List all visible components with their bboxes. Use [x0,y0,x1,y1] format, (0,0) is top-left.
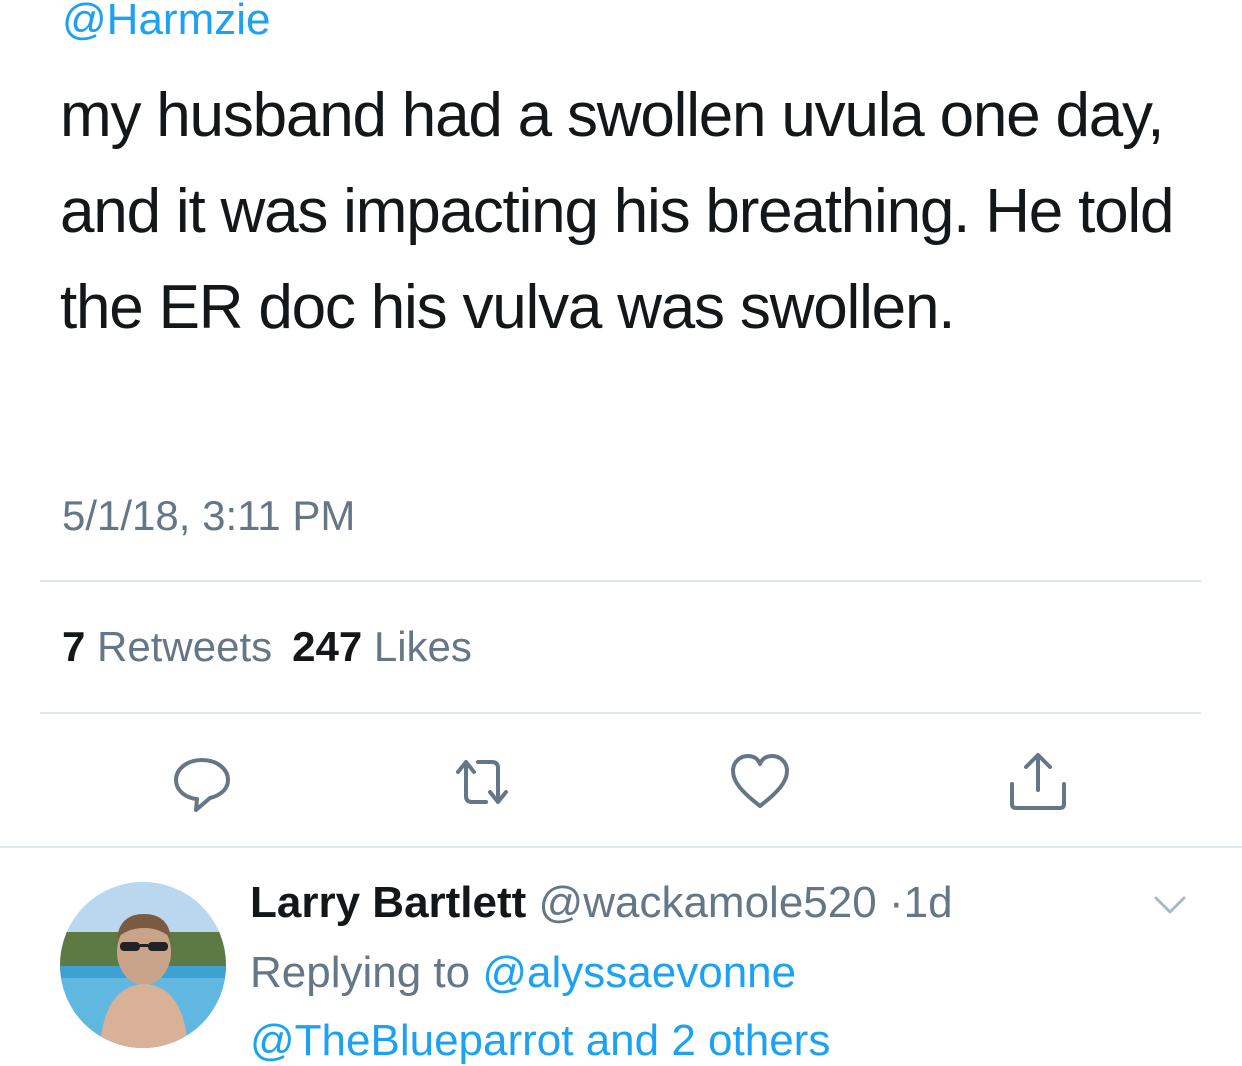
heart-icon [731,754,789,808]
share-icon [1010,753,1066,810]
like-button[interactable] [728,750,792,814]
reply-tweet[interactable]: Larry Bartlett @wackamole520 ·1d Replyin… [0,848,1242,1065]
reply-header: Larry Bartlett @wackamole520 ·1d [250,878,953,928]
retweets-count: 7 [62,623,86,670]
replying-prefix: Replying to [250,948,471,997]
replying-to-mention[interactable]: @alyssaevonne [482,948,796,997]
divider [40,580,1201,582]
retweets-label: Retweets [97,623,273,670]
likes-count: 247 [292,623,363,670]
retweets-stat[interactable]: 7 Retweets [62,623,272,670]
likes-stat[interactable]: 247 Likes [292,623,472,670]
avatar-photo [60,882,226,1048]
retweet-button[interactable] [450,750,514,814]
replying-to-line: Replying to @alyssaevonne [250,948,796,998]
avatar[interactable] [60,882,226,1048]
separator-dot: · [888,878,904,927]
tweet-stats: 7 Retweets 247 Likes [62,622,472,672]
retweet-icon [456,760,508,804]
tweet-author-handle[interactable]: @Harmzie [62,0,270,44]
divider [40,712,1201,714]
reply-author-handle[interactable]: @wackamole520 [539,878,877,927]
likes-label: Likes [373,623,472,670]
reply-author-name[interactable]: Larry Bartlett [250,878,526,927]
tweet-text: my husband had a swollen uvula one day, … [60,81,1174,342]
reply-icon [174,758,230,812]
tweet-timestamp: 5/1/18, 3:11 PM [62,492,356,539]
share-button[interactable] [1006,750,1070,814]
reply-age: 1d [903,878,953,927]
reply-button[interactable] [170,750,234,814]
chevron-down-icon[interactable] [1150,890,1190,920]
reply-mentions-cutoff[interactable]: @TheBlueparrot and 2 others [250,1016,830,1066]
